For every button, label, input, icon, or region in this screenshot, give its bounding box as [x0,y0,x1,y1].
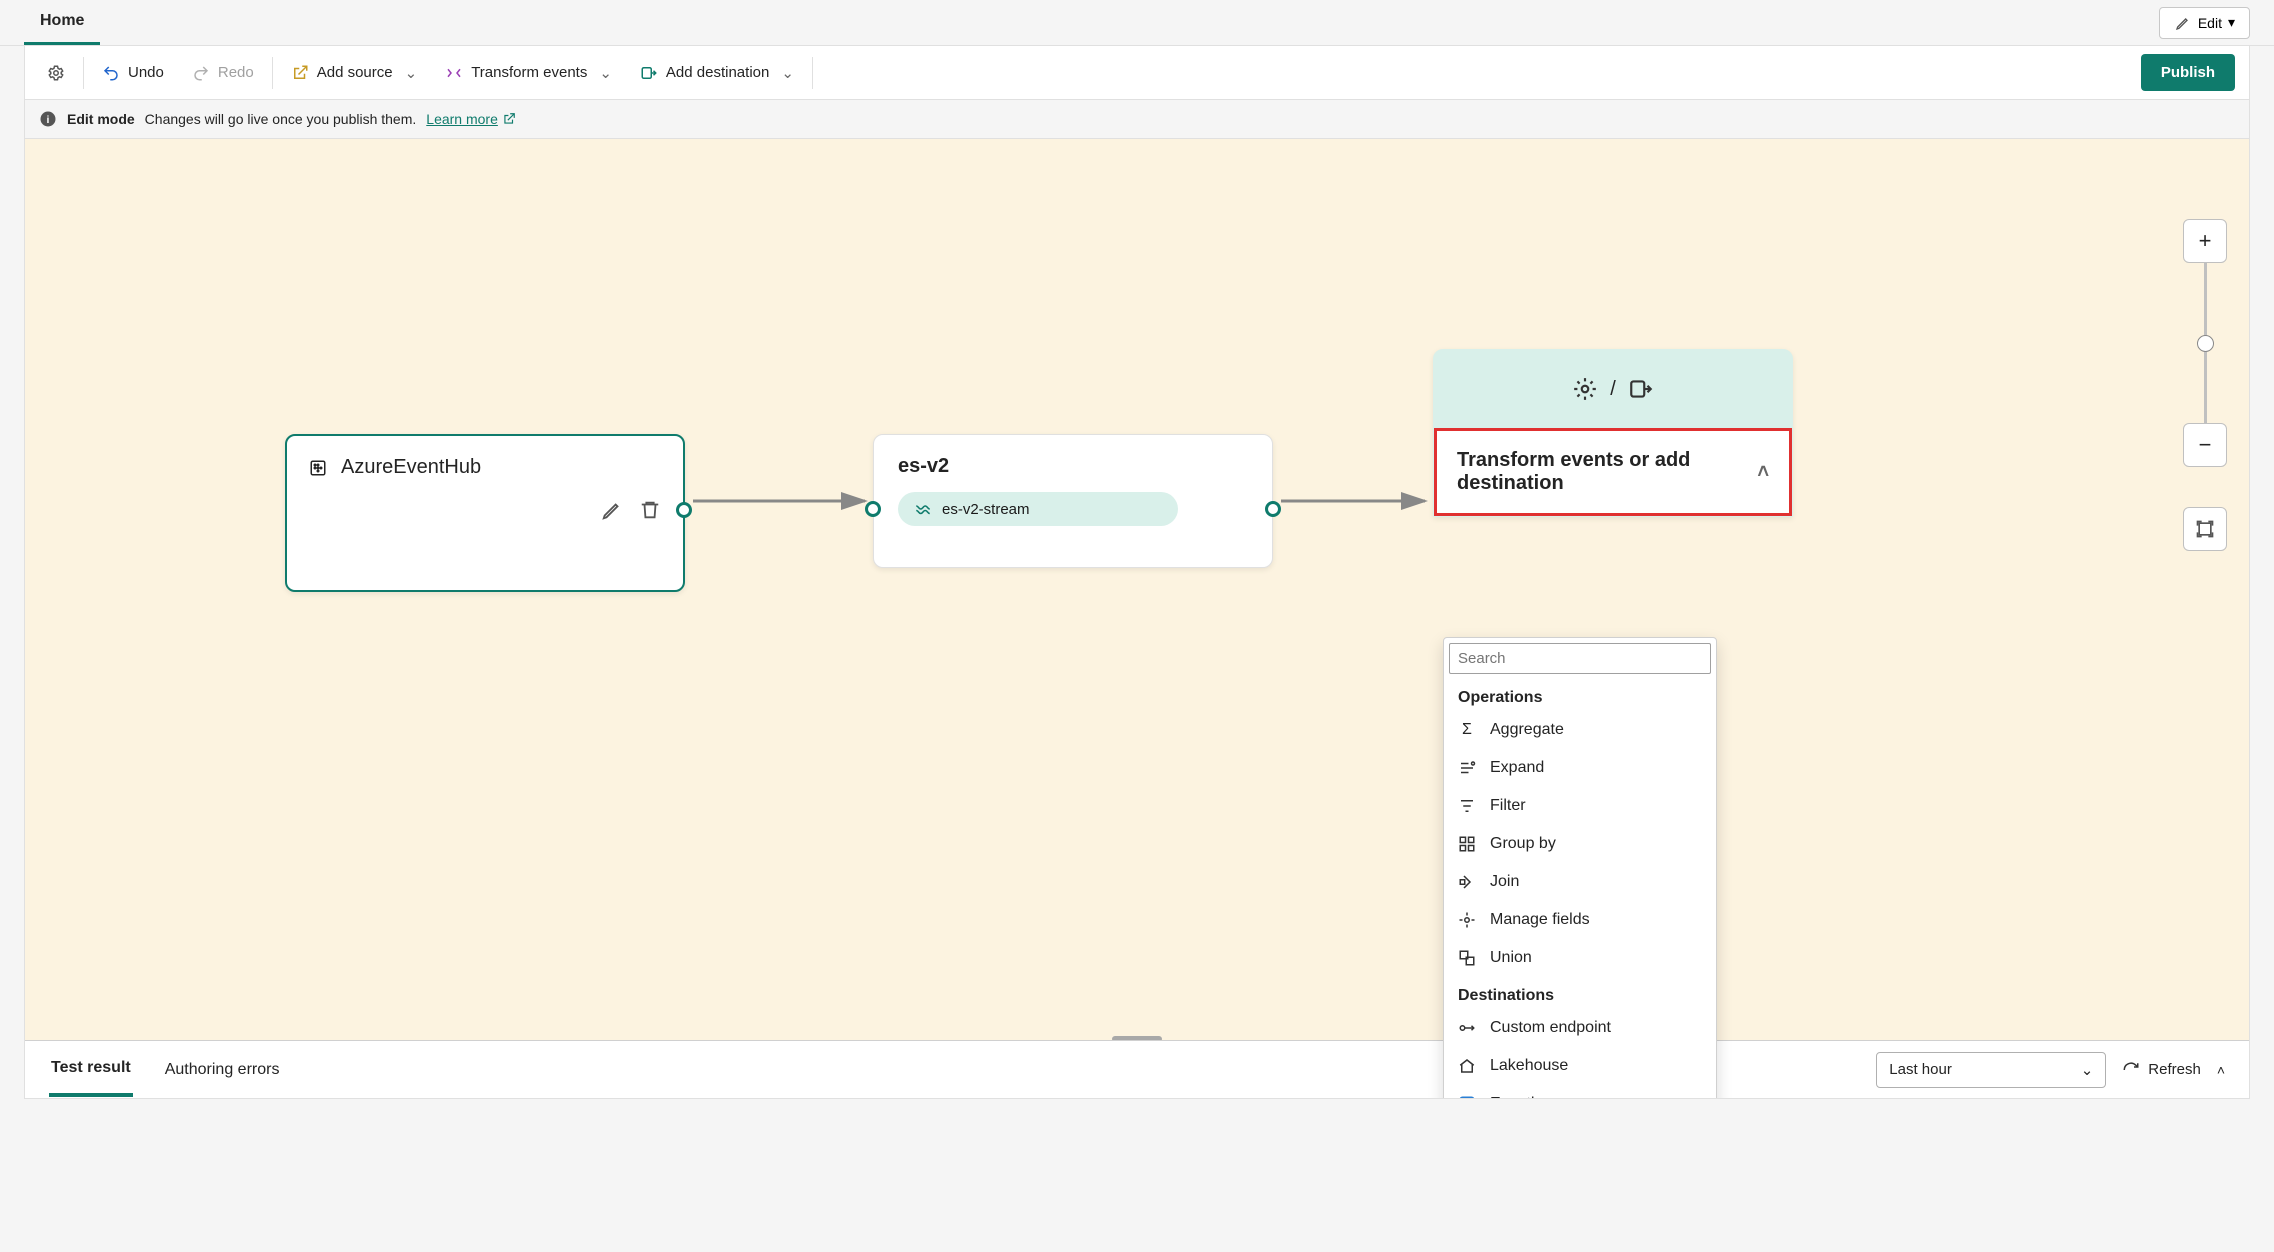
eventhouse-icon [1458,1095,1476,1099]
sigma-icon: Σ [1458,721,1476,739]
edit-mode-label: Edit mode [67,111,135,127]
add-dest-label: Add destination [666,64,769,81]
refresh-label: Refresh [2148,1061,2201,1078]
op-groupby[interactable]: Group by [1444,825,1716,863]
add-source-label: Add source [317,64,393,81]
in-arrow-icon [291,64,309,82]
stream-icon [914,500,932,518]
svg-text:i: i [47,114,50,126]
zoom-in-button[interactable]: + [2183,219,2227,263]
node-stream[interactable]: es-v2 es-v2-stream [873,434,1273,568]
settings-button[interactable] [33,56,79,90]
chevron-up-icon: ˄ [1757,461,1769,484]
stream-title: es-v2 [874,435,1272,486]
endpoint-icon [1458,1019,1476,1037]
drop-header[interactable]: Transform events or add destination ˄ [1434,428,1792,516]
zoom-slider[interactable] [2204,263,2207,423]
tab-test-result[interactable]: Test result [49,1043,133,1097]
learn-more-label: Learn more [426,111,498,127]
refresh-icon [2122,1061,2140,1079]
op-expand[interactable]: Expand [1444,749,1716,787]
dropdown-search-input[interactable] [1449,643,1711,674]
tab-home[interactable]: Home [24,0,100,45]
undo-icon [102,64,120,82]
op-join[interactable]: Join [1444,863,1716,901]
add-destination-button[interactable]: Add destination ⌄ [626,56,808,90]
transform-events-button[interactable]: Transform events ⌄ [431,56,626,90]
dest-custom[interactable]: Custom endpoint [1444,1009,1716,1047]
transform-dropdown: Operations ΣAggregate Expand Filter Grou… [1443,637,1717,1099]
transform-icon [445,64,463,82]
redo-label: Redo [218,64,254,81]
zoom-out-button[interactable]: − [2183,423,2227,467]
section-operations: Operations [1444,679,1716,711]
chevron-down-icon: ⌄ [2081,1061,2094,1079]
edit-button-label: Edit [2198,15,2222,31]
edges-svg [25,139,2249,1098]
dest-eventhouse[interactable]: Eventhouse [1444,1085,1716,1099]
transform-large-icon [1572,376,1598,402]
chevron-down-icon: ⌄ [781,64,794,82]
lakehouse-icon [1458,1057,1476,1075]
toolbar: Undo Redo Add source ⌄ Transform events … [24,46,2250,100]
info-bar: i Edit mode Changes will go live once yo… [24,100,2250,139]
zoom-thumb[interactable] [2197,335,2214,352]
drop-target-icons: / [1434,350,1792,428]
info-icon: i [39,110,57,128]
section-destinations: Destinations [1444,977,1716,1009]
info-text: Changes will go live once you publish th… [145,111,417,127]
chevron-down-icon: ⌄ [405,64,418,82]
destination-large-icon [1628,376,1654,402]
undo-button[interactable]: Undo [88,56,178,90]
drop-header-label: Transform events or add destination [1457,449,1717,495]
refresh-button[interactable]: Refresh [2122,1061,2201,1079]
eventhub-icon [309,459,327,477]
op-manage-fields[interactable]: Manage fields [1444,901,1716,939]
transform-label: Transform events [471,64,587,81]
undo-label: Undo [128,64,164,81]
collapse-panel-button[interactable]: ˄ [2217,1062,2225,1078]
union-icon [1458,949,1476,967]
port-source-out[interactable] [676,502,692,518]
delete-node-button[interactable] [639,499,661,521]
redo-icon [192,64,210,82]
external-link-icon [502,112,516,126]
port-stream-out[interactable] [1265,501,1281,517]
edit-button[interactable]: Edit ▾ [2159,7,2250,39]
publish-button[interactable]: Publish [2141,54,2235,91]
time-range-label: Last hour [1889,1061,1952,1078]
expand-icon [1458,759,1476,777]
op-aggregate[interactable]: ΣAggregate [1444,711,1716,749]
chevron-down-icon: ⌄ [599,64,612,82]
caret-down-icon: ▾ [2228,14,2235,31]
pencil-icon [2174,14,2192,32]
add-source-button[interactable]: Add source ⌄ [277,56,431,90]
group-icon [1458,835,1476,853]
gear-icon [47,64,65,82]
source-title: AzureEventHub [341,456,481,479]
node-drop-target[interactable]: / Transform events or add destination ˄ [1433,349,1793,517]
edit-node-button[interactable] [601,499,623,521]
redo-button[interactable]: Redo [178,56,268,90]
tab-authoring-errors[interactable]: Authoring errors [163,1045,282,1095]
out-arrow-icon [640,64,658,82]
join-icon [1458,873,1476,891]
stream-label: es-v2-stream [942,501,1030,518]
bottom-panel: Test result Authoring errors Last hour ⌄… [25,1040,2249,1098]
op-union[interactable]: Union [1444,939,1716,977]
stream-pill[interactable]: es-v2-stream [898,492,1178,526]
fields-icon [1458,911,1476,929]
port-stream-in[interactable] [865,501,881,517]
dest-lakehouse[interactable]: Lakehouse [1444,1047,1716,1085]
filter-icon [1458,797,1476,815]
learn-more-link[interactable]: Learn more [426,111,516,127]
op-filter[interactable]: Filter [1444,787,1716,825]
canvas-area[interactable]: AzureEventHub es-v2 es-v2-stream [24,139,2250,1099]
node-source[interactable]: AzureEventHub [285,434,685,592]
zoom-controls: + − [2183,219,2227,551]
fit-button[interactable] [2183,507,2227,551]
top-tab-bar: Home Edit ▾ [0,0,2274,46]
time-range-select[interactable]: Last hour ⌄ [1876,1052,2106,1088]
